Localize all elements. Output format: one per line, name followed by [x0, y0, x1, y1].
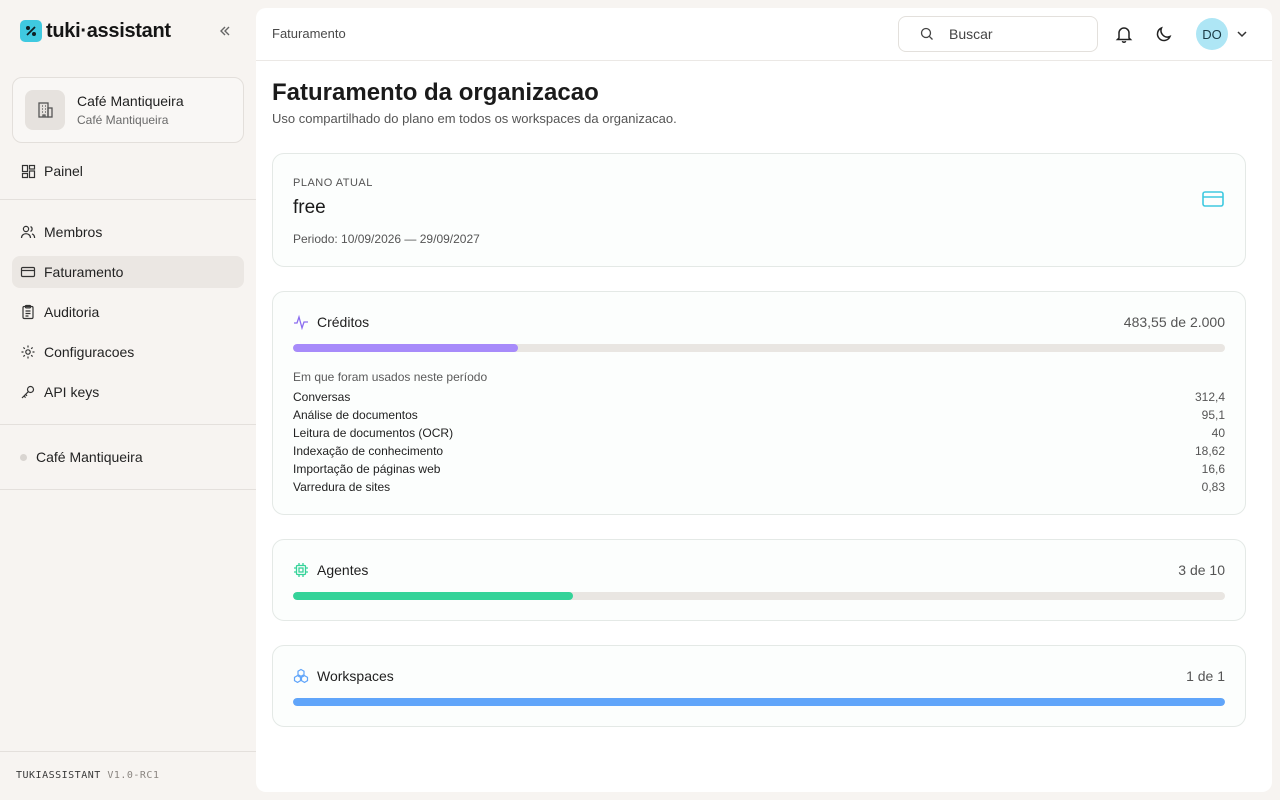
usage-row: Varredura de sites 0,83 [293, 478, 1225, 496]
usage-row: Análise de documentos 95,1 [293, 406, 1225, 424]
usage-label: Análise de documentos [293, 408, 418, 422]
page-subtitle: Uso compartilhado do plano em todos os w… [272, 111, 677, 126]
agents-header: Agentes [293, 562, 368, 578]
dashboard-icon [20, 163, 36, 179]
brand-name: tuki·assistant [46, 19, 171, 42]
sidebar-item-label: Faturamento [44, 264, 124, 280]
sidebar-workspace-item[interactable]: Café Mantiqueira [12, 441, 244, 473]
workspace-status-dot [20, 453, 27, 461]
usage-label: Leitura de documentos (OCR) [293, 426, 454, 440]
plan-card: PLANO ATUAL free Periodo: 10/09/2026 — 2… [272, 153, 1246, 267]
sidebar-divider [0, 424, 256, 425]
sidebar-item-label: Painel [44, 163, 83, 179]
agents-progress-fill [293, 592, 573, 600]
usage-value: 312,4 [1194, 390, 1225, 404]
usage-list: Conversas 312,4 Análise de documentos 95,1 L… [293, 388, 1225, 496]
credits-progress-fill [293, 344, 519, 352]
credit-card-icon [1201, 187, 1225, 211]
credits-progress-bar [293, 344, 1225, 352]
plan-period: Periodo: 10/09/2026 — 29/09/2027 [293, 232, 480, 246]
agents-progress-bar [293, 592, 1225, 600]
workspaces-header: Workspaces [293, 668, 394, 684]
gear-icon [20, 344, 36, 360]
clipboard-icon [20, 304, 36, 320]
dark-mode-moon-icon[interactable] [1152, 22, 1176, 46]
breadcrumb: Faturamento [272, 26, 346, 41]
sidebar-item-api-keys[interactable]: API keys [12, 376, 244, 408]
credits-card: Créditos 483,55 de 2.000 Em que foram us… [272, 291, 1246, 515]
credit-card-icon [20, 264, 36, 280]
collapse-sidebar-icon[interactable] [214, 20, 236, 42]
main-panel: Faturamento DO Faturamento da organizaca… [256, 8, 1272, 792]
usage-row: Indexação de conhecimento 18,62 [293, 442, 1225, 460]
usage-value: 40 [1211, 426, 1225, 440]
agents-card: Agentes 3 de 10 [272, 539, 1246, 621]
usage-value: 18,62 [1194, 444, 1225, 458]
org-subtitle: Café Mantiqueira [77, 113, 169, 127]
app-version: TUKIASSISTANT V1.0-RC1 [16, 770, 160, 781]
brand-mark-icon [20, 20, 42, 42]
workspaces-progress-fill [293, 698, 1225, 706]
chevron-down-icon[interactable] [1234, 26, 1250, 42]
workspaces-card: Workspaces 1 de 1 [272, 645, 1246, 727]
plan-name: free [293, 197, 326, 218]
org-switcher[interactable]: Café Mantiqueira Café Mantiqueira [12, 77, 244, 143]
sidebar-item-label: Configuracoes [44, 344, 135, 360]
sidebar-divider [0, 199, 256, 200]
credits-title: Créditos [317, 314, 370, 330]
workspace-name: Café Mantiqueira [36, 449, 143, 465]
usage-row: Importação de páginas web 16,6 [293, 460, 1225, 478]
sidebar-item-label: API keys [44, 384, 100, 400]
sidebar-item-faturamento[interactable]: Faturamento [12, 256, 244, 288]
key-icon [20, 384, 36, 400]
sidebar-item-painel[interactable]: Painel [12, 155, 244, 187]
workspaces-progress-bar [293, 698, 1225, 706]
search-box[interactable] [898, 16, 1098, 52]
sidebar-item-membros[interactable]: Membros [12, 216, 244, 248]
sidebar-footer-divider [0, 751, 256, 752]
org-name: Café Mantiqueira [77, 93, 184, 109]
brand-logo[interactable]: tuki·assistant [20, 20, 171, 42]
usage-label: Conversas [293, 390, 351, 404]
boxes-icon [293, 668, 309, 684]
search-input[interactable] [949, 26, 1079, 42]
workspaces-count: 1 de 1 [1186, 668, 1225, 684]
agents-count: 3 de 10 [1178, 562, 1225, 578]
plan-label: PLANO ATUAL [293, 177, 373, 189]
usage-row: Conversas 312,4 [293, 388, 1225, 406]
sidebar-item-configuracoes[interactable]: Configuracoes [12, 336, 244, 368]
agents-title: Agentes [317, 562, 369, 578]
bell-icon[interactable] [1112, 22, 1136, 46]
cpu-chip-icon [293, 562, 309, 578]
sidebar-divider [0, 489, 256, 490]
credits-header: Créditos [293, 314, 369, 330]
building-icon [25, 90, 65, 130]
usage-label: Indexação de conhecimento [293, 444, 444, 458]
usage-title: Em que foram usados neste período [293, 370, 488, 384]
usage-label: Varredura de sites [293, 480, 391, 494]
sidebar-item-label: Membros [44, 224, 103, 240]
top-bar: Faturamento DO [256, 8, 1272, 61]
page-title: Faturamento da organizacao [272, 79, 599, 106]
sidebar-item-auditoria[interactable]: Auditoria [12, 296, 244, 328]
user-avatar[interactable]: DO [1196, 18, 1228, 50]
sidebar: tuki·assistant Café Mantiqueira Café Man… [0, 0, 256, 800]
workspaces-title: Workspaces [317, 668, 394, 684]
usage-label: Importação de páginas web [293, 462, 441, 476]
activity-icon [293, 314, 309, 330]
usage-row: Leitura de documentos (OCR) 40 [293, 424, 1225, 442]
sidebar-item-label: Auditoria [44, 304, 100, 320]
usage-value: 95,1 [1201, 408, 1225, 422]
users-icon [20, 224, 36, 240]
search-icon [919, 26, 935, 42]
usage-value: 16,6 [1201, 462, 1225, 476]
credits-count: 483,55 de 2.000 [1123, 314, 1225, 330]
usage-value: 0,83 [1201, 480, 1225, 494]
